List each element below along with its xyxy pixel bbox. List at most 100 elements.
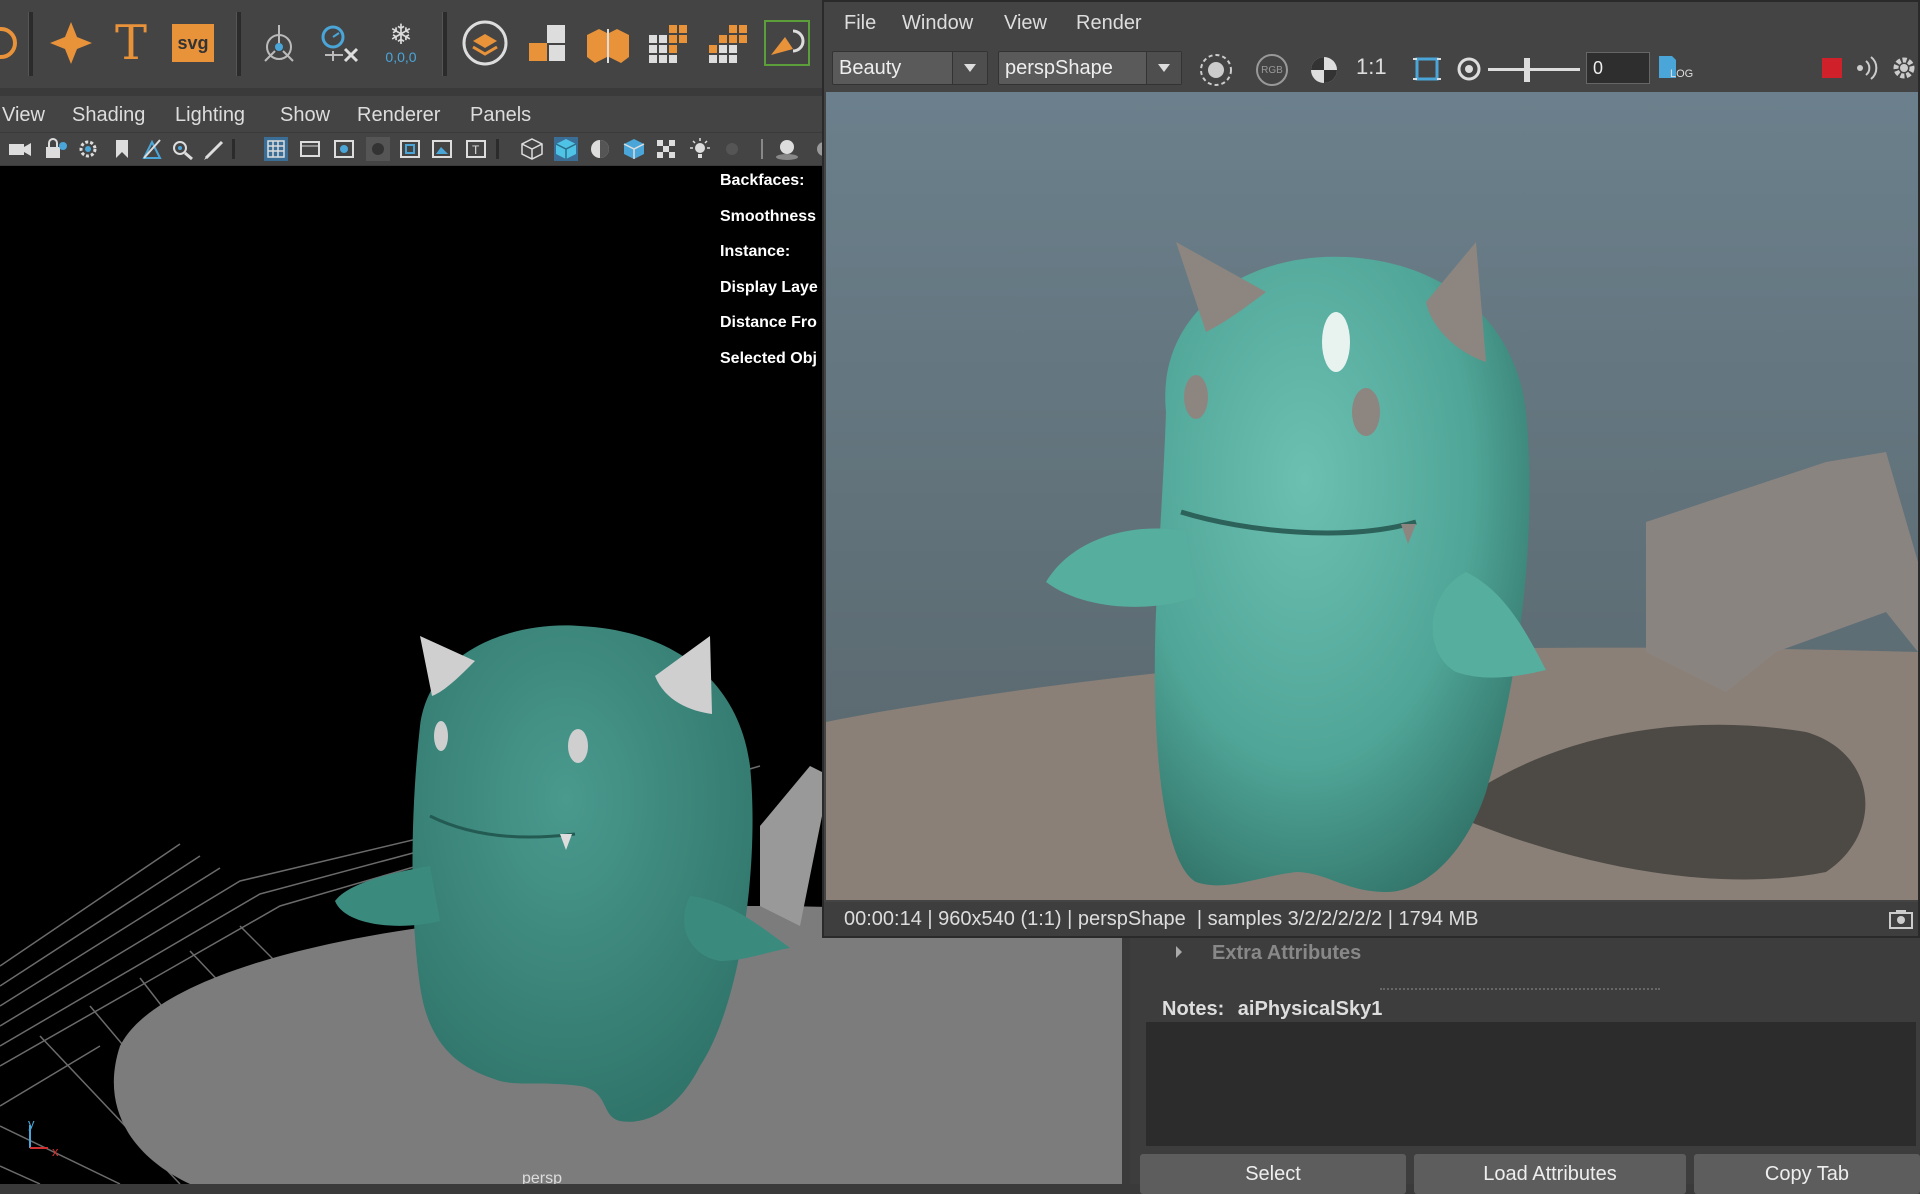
menu-file[interactable]: File xyxy=(844,12,876,35)
menu-lighting[interactable]: Lighting xyxy=(175,104,245,127)
render-status-text: 00:00:14 | 960x540 (1:1) | perspShape | … xyxy=(844,908,1479,930)
image-plane-icon[interactable] xyxy=(140,137,164,161)
notes-label: Notes: aiPhysicalSky1 xyxy=(1162,998,1382,1021)
render-highlight xyxy=(1322,312,1350,372)
lock-camera-icon[interactable] xyxy=(44,137,68,161)
shadows-icon[interactable] xyxy=(720,137,744,161)
stop-render-icon[interactable] xyxy=(1822,58,1842,78)
chevron-right-icon[interactable] xyxy=(1174,944,1184,965)
hud-display-layer: Display Laye xyxy=(720,279,818,296)
hud-smoothness: Smoothness xyxy=(720,208,817,225)
field-chart-icon[interactable] xyxy=(398,137,422,161)
gear-icon[interactable] xyxy=(1890,54,1918,87)
menu-shading[interactable]: Shading xyxy=(72,104,145,127)
toolbar-separator xyxy=(496,139,499,159)
camera-select-icon[interactable] xyxy=(8,137,32,161)
notes-node-name: aiPhysicalSky1 xyxy=(1237,998,1383,1020)
viewport-toolbar: T xyxy=(0,132,830,165)
render-scene xyxy=(826,92,1918,900)
sparkle-tool-icon[interactable] xyxy=(44,16,98,70)
chevron-down-icon xyxy=(1146,52,1181,84)
bridge-tool-icon[interactable] xyxy=(760,16,814,70)
menu-window[interactable]: Window xyxy=(902,12,973,35)
axis-y-label: y xyxy=(28,1116,35,1131)
select-button[interactable]: Select xyxy=(1140,1154,1406,1194)
broadcast-icon[interactable] xyxy=(1854,54,1882,87)
pivot-tool-icon[interactable] xyxy=(252,16,306,70)
textured-icon[interactable] xyxy=(622,137,646,161)
render-left-eye xyxy=(1184,375,1208,419)
combine-tool-icon[interactable] xyxy=(520,16,574,70)
freeze-transform-icon[interactable]: ❄ 0,0,0 xyxy=(374,16,428,70)
one-to-one-button[interactable]: 1:1 xyxy=(1356,54,1387,80)
safe-action-icon[interactable] xyxy=(430,137,454,161)
notes-textarea[interactable] xyxy=(1146,1022,1916,1146)
svg-tool-label: svg xyxy=(172,24,214,62)
separate-tool-icon[interactable] xyxy=(580,16,634,70)
refresh-render-icon[interactable] xyxy=(1198,52,1234,93)
grease-pencil-icon[interactable] xyxy=(202,137,226,161)
viewport-menu-bar: View Shading Lighting Show Renderer Pane… xyxy=(0,96,830,134)
exposure-icon[interactable] xyxy=(1456,56,1482,87)
divider xyxy=(1380,988,1660,990)
render-view-toolbar: Beauty perspShape RGB 1:1 0 LOG xyxy=(824,46,1918,90)
camera-dropdown[interactable]: perspShape xyxy=(998,51,1182,85)
checker-icon[interactable] xyxy=(654,137,678,161)
camera-attributes-icon[interactable] xyxy=(76,137,100,161)
snapshot-camera-icon[interactable] xyxy=(1888,908,1914,936)
render-right-eye xyxy=(1352,388,1380,436)
menu-show[interactable]: Show xyxy=(280,104,330,127)
menu-renderer[interactable]: Renderer xyxy=(357,104,440,127)
lights-icon[interactable] xyxy=(688,137,712,161)
shelf-separator xyxy=(28,12,33,76)
shelf-separator xyxy=(442,12,447,76)
partial-tool-icon[interactable] xyxy=(0,16,28,70)
hud-instance: Instance: xyxy=(720,243,791,260)
region-crop-icon[interactable] xyxy=(1412,54,1442,89)
mesh-grid-icon[interactable] xyxy=(640,16,694,70)
load-attributes-button[interactable]: Load Attributes xyxy=(1414,1154,1686,1194)
alpha-toggle-icon[interactable] xyxy=(1308,54,1340,91)
aov-value: Beauty xyxy=(839,57,902,79)
film-gate-icon[interactable] xyxy=(298,137,322,161)
mesh-grid-2-icon[interactable] xyxy=(700,16,754,70)
render-image[interactable] xyxy=(826,92,1918,900)
isolate-icon[interactable] xyxy=(750,137,774,161)
safe-title-icon[interactable]: T xyxy=(464,137,488,161)
toolbar-separator xyxy=(232,139,235,159)
attribute-editor: Extra Attributes Notes: aiPhysicalSky1 S… xyxy=(1130,938,1920,1194)
extra-attributes-header[interactable]: Extra Attributes xyxy=(1212,942,1361,965)
exposure-slider-handle[interactable] xyxy=(1524,58,1530,82)
menu-render[interactable]: Render xyxy=(1076,12,1142,35)
pivot-delete-icon[interactable] xyxy=(312,16,366,70)
log-label: LOG xyxy=(1670,68,1694,80)
copy-tab-button[interactable]: Copy Tab xyxy=(1694,1154,1920,1194)
resolution-gate-icon[interactable] xyxy=(332,137,356,161)
text-tool-icon[interactable]: T xyxy=(104,15,158,71)
grid-toggle-icon[interactable] xyxy=(264,137,288,161)
hud-distance: Distance Fro xyxy=(720,314,817,331)
wireframe-on-shaded-icon[interactable] xyxy=(588,137,612,161)
chevron-down-icon xyxy=(952,52,987,84)
smooth-shade-icon[interactable] xyxy=(554,137,578,161)
camera-label: persp xyxy=(522,1170,563,1184)
menu-render-view[interactable]: View xyxy=(1004,12,1047,35)
rgb-label: RGB xyxy=(1261,64,1283,76)
exposure-field[interactable]: 0 xyxy=(1586,52,1650,84)
bookmark-icon[interactable] xyxy=(110,137,134,161)
wireframe-icon[interactable] xyxy=(520,137,544,161)
gate-mask-icon[interactable] xyxy=(366,137,390,161)
creature-left-arm xyxy=(335,866,440,926)
menu-panels[interactable]: Panels xyxy=(470,104,531,127)
rgb-channels-icon[interactable]: RGB xyxy=(1256,54,1288,86)
2d-pan-zoom-icon[interactable] xyxy=(170,137,194,161)
layers-tool-icon[interactable] xyxy=(458,16,512,70)
ambient-occlusion-icon[interactable] xyxy=(774,137,798,161)
creature-left-eye xyxy=(434,721,448,751)
freeze-transform-label: 0,0,0 xyxy=(385,49,417,65)
svg-tool-icon[interactable]: svg xyxy=(166,16,220,70)
menu-view[interactable]: View xyxy=(2,104,45,127)
exposure-slider[interactable] xyxy=(1488,58,1580,82)
render-status-bar: 00:00:14 | 960x540 (1:1) | perspShape | … xyxy=(824,902,1918,936)
aov-dropdown[interactable]: Beauty xyxy=(832,51,988,85)
